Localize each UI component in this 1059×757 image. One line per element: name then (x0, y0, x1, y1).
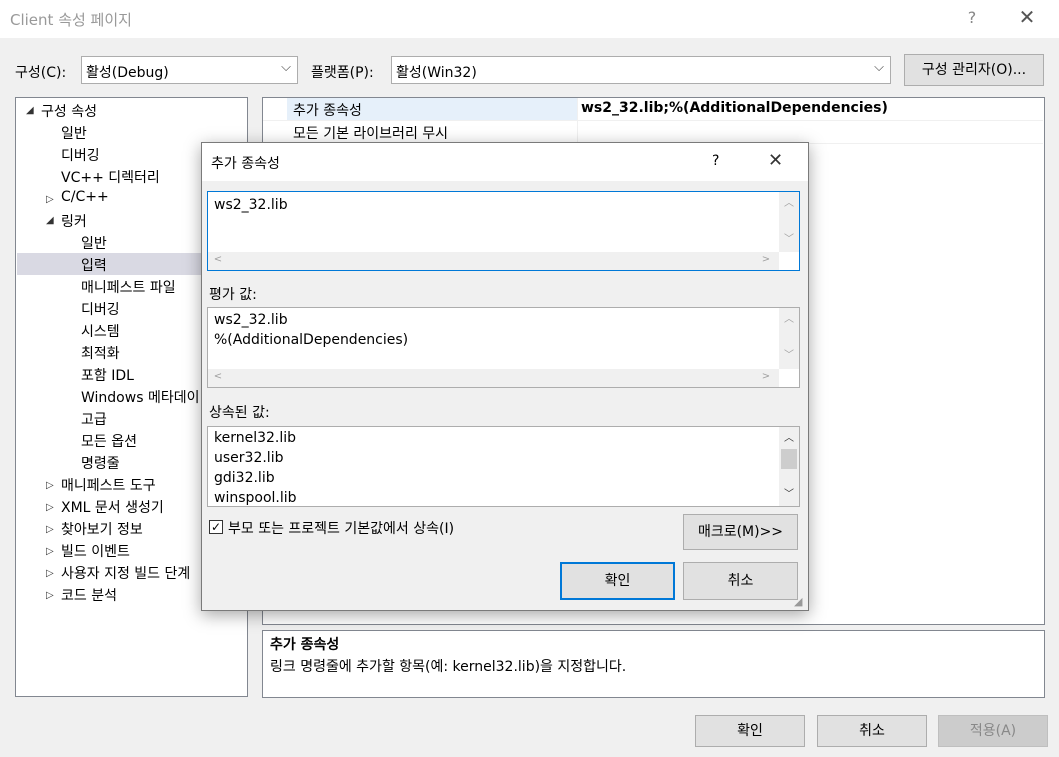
tree-item-linker-general[interactable]: 일반 (81, 233, 107, 253)
scroll-left-icon[interactable]: < (208, 254, 228, 265)
tree-item-linker-input[interactable]: 입력 (81, 255, 107, 275)
config-label: 구성(C): (15, 65, 67, 81)
collapsed-triangle-icon[interactable]: ▷ (46, 524, 54, 535)
inherited-label: 상속된 값: (209, 405, 270, 421)
scroll-up-icon[interactable]: ︿ (779, 194, 799, 209)
tree-item-linker-debugging[interactable]: 디버깅 (81, 299, 120, 319)
platform-label: 플랫폼(P): (311, 65, 374, 81)
collapsed-triangle-icon[interactable]: ▷ (46, 590, 54, 601)
vertical-scrollbar[interactable]: ︿ ﹀ (779, 308, 799, 369)
inherited-line: kernel32.lib (214, 430, 297, 446)
tree-item-debugging[interactable]: 디버깅 (61, 145, 100, 165)
dependencies-input[interactable]: ws2_32.lib ︿ ﹀ < > (207, 191, 800, 271)
dialog-cancel-button[interactable]: 취소 (683, 562, 798, 600)
tree-item-system[interactable]: 시스템 (81, 321, 120, 341)
evaluated-line: ws2_32.lib (214, 312, 288, 328)
expanded-triangle-icon[interactable]: ◢ (26, 105, 34, 116)
scroll-up-icon[interactable]: ︿ (779, 429, 799, 444)
apply-button[interactable]: 적용(A) (938, 715, 1048, 747)
window-title: Client 속성 페이지 (10, 11, 132, 29)
scroll-right-icon[interactable]: > (756, 254, 776, 265)
grid-row[interactable]: 모든 기본 라이브러리 무시 (263, 121, 1043, 144)
tree-item-manifest-file[interactable]: 매니페스트 파일 (81, 277, 176, 297)
dialog-close-icon[interactable]: ✕ (768, 150, 783, 171)
grid-property-name: 모든 기본 라이브러리 무시 (293, 126, 449, 142)
vertical-scrollbar[interactable]: ︿ ﹀ (779, 427, 799, 506)
evaluated-line: %(AdditionalDependencies) (214, 332, 409, 348)
scrollbar-thumb[interactable] (781, 449, 797, 469)
tree-item-build-events[interactable]: 빌드 이벤트 (61, 541, 130, 561)
inherit-checkbox[interactable]: ✓ (209, 520, 223, 534)
tree-item-manifest-tool[interactable]: 매니페스트 도구 (61, 475, 156, 495)
grid-row[interactable]: 추가 종속성 ws2_32.lib;%(AdditionalDependenci… (263, 98, 1043, 121)
close-icon[interactable]: ✕ (1016, 6, 1038, 28)
inherited-line: user32.lib (214, 450, 284, 466)
dialog-title: 추가 종속성 (211, 156, 280, 172)
tree-item-xml-doc-generator[interactable]: XML 문서 생성기 (61, 497, 164, 517)
horizontal-scrollbar[interactable]: < > (208, 252, 779, 270)
tree-item-config-properties[interactable]: 구성 속성 (41, 101, 97, 121)
tree-item-embedded-idl[interactable]: 포함 IDL (81, 365, 134, 385)
ok-button[interactable]: 확인 (695, 715, 805, 747)
tree-item-code-analysis[interactable]: 코드 분석 (61, 585, 117, 605)
evaluated-value-box: ws2_32.lib %(AdditionalDependencies) ︿ ﹀… (207, 307, 800, 388)
dialog-title-bar: 추가 종속성 ? ✕ (202, 143, 808, 181)
cancel-button[interactable]: 취소 (817, 715, 927, 747)
grid-property-value[interactable]: ws2_32.lib;%(AdditionalDependencies) (581, 100, 888, 116)
chevron-down-icon: ⌵ (874, 60, 884, 75)
dependencies-input-value[interactable]: ws2_32.lib (214, 197, 288, 213)
inherited-line: winspool.lib (214, 490, 297, 506)
tree-item-command-line[interactable]: 명령줄 (81, 453, 120, 473)
evaluated-label: 평가 값: (209, 287, 257, 303)
additional-dependencies-dialog: 추가 종속성 ? ✕ ws2_32.lib ︿ ﹀ < > 평가 값: ws2_… (201, 142, 809, 611)
inherit-checkbox-label[interactable]: 부모 또는 프로젝트 기본값에서 상속(I) (228, 518, 454, 538)
dialog-help-icon[interactable]: ? (712, 153, 719, 169)
tree-item-linker[interactable]: 링커 (61, 211, 87, 231)
scroll-down-icon[interactable]: ﹀ (779, 485, 799, 500)
description-title: 추가 종속성 (270, 637, 340, 653)
config-manager-button[interactable]: 구성 관리자(O)... (904, 54, 1044, 86)
collapsed-triangle-icon[interactable]: ▷ (46, 546, 54, 557)
help-icon[interactable]: ? (962, 8, 982, 27)
platform-dropdown[interactable]: 활성(Win32) ⌵ (391, 56, 891, 84)
scroll-down-icon[interactable]: ﹀ (779, 346, 799, 361)
dialog-ok-button[interactable]: 확인 (560, 562, 675, 600)
tree-item-windows-metadata[interactable]: Windows 메타데이 (81, 387, 199, 407)
inherited-values-box: kernel32.lib user32.lib gdi32.lib winspo… (207, 426, 800, 507)
description-text: 링크 명령줄에 추가할 항목(예: kernel32.lib)을 지정합니다. (270, 659, 627, 675)
resize-grip-icon[interactable]: ◢ (794, 595, 802, 608)
scroll-left-icon[interactable]: < (208, 371, 228, 382)
platform-value: 활성(Win32) (396, 65, 477, 81)
horizontal-scrollbar[interactable]: < > (208, 369, 779, 387)
collapsed-triangle-icon[interactable]: ▷ (46, 194, 54, 205)
macro-button[interactable]: 매크로(M)>> (683, 514, 798, 550)
expanded-triangle-icon[interactable]: ◢ (46, 215, 54, 226)
tree-item-advanced[interactable]: 고급 (81, 409, 107, 429)
collapsed-triangle-icon[interactable]: ▷ (46, 480, 54, 491)
scroll-up-icon[interactable]: ︿ (779, 310, 799, 325)
scroll-down-icon[interactable]: ﹀ (779, 230, 799, 245)
collapsed-triangle-icon[interactable]: ▷ (46, 568, 54, 579)
collapsed-triangle-icon[interactable]: ▷ (46, 502, 54, 513)
tree-item-cpp[interactable]: C/C++ (61, 189, 109, 205)
tree-item-custom-build-step[interactable]: 사용자 지정 빌드 단계 (61, 563, 190, 583)
vertical-scrollbar[interactable]: ︿ ﹀ (779, 192, 799, 252)
scroll-right-icon[interactable]: > (756, 371, 776, 382)
chevron-down-icon: ⌵ (281, 60, 291, 75)
title-bar: Client 속성 페이지 ? ✕ (0, 0, 1059, 38)
grid-property-name: 추가 종속성 (293, 103, 362, 119)
description-panel: 추가 종속성 링크 명령줄에 추가할 항목(예: kernel32.lib)을 … (262, 630, 1045, 698)
tree-item-optimization[interactable]: 최적화 (81, 343, 120, 363)
tree-item-vc-directories[interactable]: VC++ 디렉터리 (61, 167, 160, 187)
inherited-line: gdi32.lib (214, 470, 275, 486)
tree-item-browse-info[interactable]: 찾아보기 정보 (61, 519, 143, 539)
config-dropdown[interactable]: 활성(Debug) ⌵ (81, 56, 298, 84)
tree-item-all-options[interactable]: 모든 옵션 (81, 431, 137, 451)
tree-item-general[interactable]: 일반 (61, 123, 87, 143)
config-value: 활성(Debug) (86, 65, 169, 81)
